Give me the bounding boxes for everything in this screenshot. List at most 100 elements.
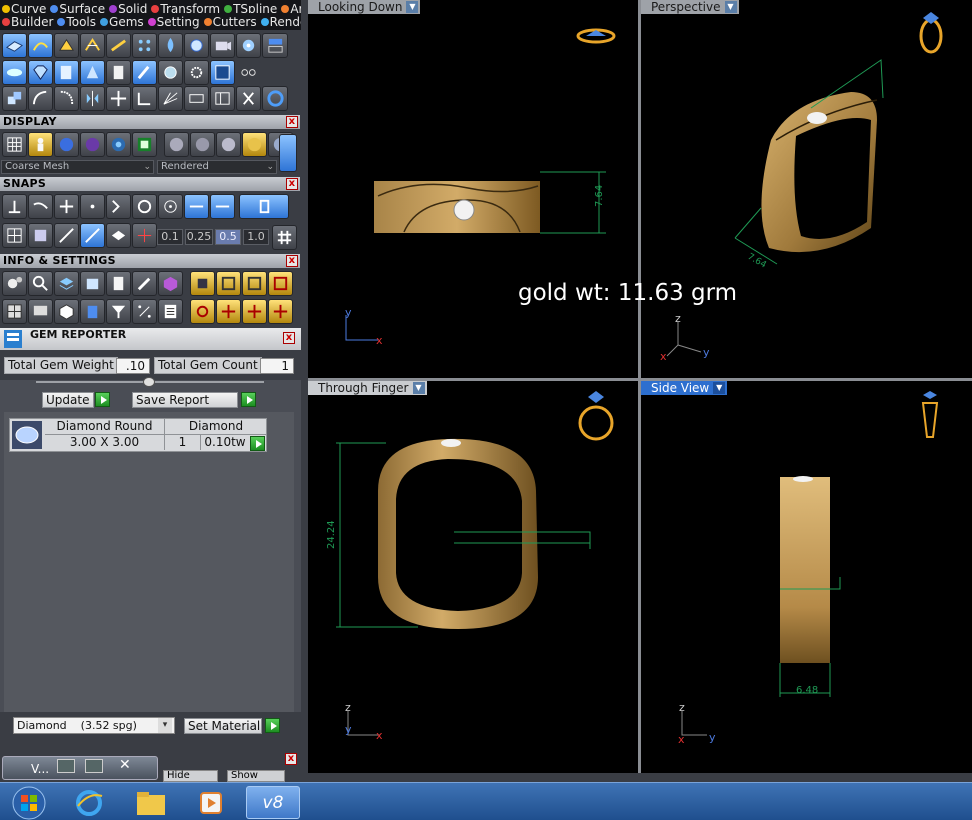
- filter-icon[interactable]: [106, 299, 131, 324]
- curve-surface-icon[interactable]: [28, 33, 53, 58]
- snap-box-icon[interactable]: [28, 223, 53, 248]
- chevron-down-icon[interactable]: ▼: [412, 382, 425, 394]
- group-tool-4-icon[interactable]: [268, 271, 293, 296]
- group-tool-2-icon[interactable]: [216, 271, 241, 296]
- panel-splitter[interactable]: [301, 0, 308, 782]
- snap-end-icon[interactable]: [106, 194, 131, 219]
- show-button[interactable]: Show: [227, 770, 285, 782]
- fillet-icon[interactable]: [54, 86, 79, 111]
- flower-gem-icon[interactable]: [236, 33, 261, 58]
- snap-perpendicular-icon[interactable]: [2, 194, 27, 219]
- edit-icon[interactable]: [132, 271, 157, 296]
- snap-value-3[interactable]: 1.0: [243, 229, 269, 245]
- snap-45-icon[interactable]: [80, 223, 105, 248]
- snap-grid-icon[interactable]: [2, 223, 27, 248]
- sphere-1-icon[interactable]: [164, 132, 189, 157]
- group-tool-3-icon[interactable]: [242, 271, 267, 296]
- grid-hash-icon[interactable]: [272, 225, 297, 250]
- menu-builder[interactable]: Builder: [2, 15, 53, 29]
- gold-sphere-icon[interactable]: [242, 132, 267, 157]
- taskbar-app-v8[interactable]: v8: [246, 786, 300, 819]
- minimized-window[interactable]: V... ✕: [2, 756, 158, 780]
- mirror-icon[interactable]: [80, 86, 105, 111]
- taskbar-browser[interactable]: [62, 786, 116, 819]
- set-material-button[interactable]: Set Material: [184, 718, 262, 734]
- set-material-go-icon[interactable]: [265, 718, 280, 733]
- transform-tool-2-icon[interactable]: [216, 299, 241, 324]
- panel-toggle-icon[interactable]: [262, 33, 288, 58]
- snap-quad-icon[interactable]: [158, 194, 183, 219]
- viewport-tab-looking-down[interactable]: Looking Down ▼: [308, 0, 421, 14]
- window-grid-icon[interactable]: [2, 299, 27, 324]
- snap-near-icon[interactable]: [210, 194, 235, 219]
- save-report-button[interactable]: Save Report: [132, 392, 238, 408]
- array-icon[interactable]: [132, 33, 157, 58]
- shaded-figure-icon[interactable]: [28, 132, 53, 157]
- material-select[interactable]: Diamond (3.52 spg) ▾: [13, 717, 175, 734]
- viewport-tab-side-view[interactable]: Side View ▼: [641, 381, 728, 395]
- close-icon[interactable]: x: [286, 178, 298, 190]
- viewport-divider-vertical[interactable]: [638, 0, 641, 773]
- viewport-perspective[interactable]: 7.64 z y x Perspective ▼: [641, 0, 972, 378]
- extrude-icon[interactable]: [132, 60, 157, 85]
- gem-cut-icon[interactable]: [158, 60, 183, 85]
- cube-icon[interactable]: [54, 299, 79, 324]
- close-icon[interactable]: x: [285, 753, 297, 765]
- close-icon[interactable]: x: [283, 332, 295, 344]
- snap-intersection-icon[interactable]: [54, 194, 79, 219]
- objects-icon[interactable]: [80, 271, 105, 296]
- snap-mid-icon[interactable]: [184, 194, 209, 219]
- green-display-icon[interactable]: [132, 132, 157, 157]
- flow-icon[interactable]: [184, 86, 209, 111]
- gem-row-go-icon[interactable]: [250, 436, 265, 451]
- display-toggle-icon[interactable]: [279, 134, 297, 172]
- transform-tool-icon[interactable]: [190, 299, 215, 324]
- start-button[interactable]: [2, 786, 56, 819]
- settings-gears-icon[interactable]: [2, 271, 27, 296]
- drop-icon[interactable]: [158, 33, 183, 58]
- viewport-looking-down[interactable]: 7.64 y x Looking Down ▼: [308, 0, 638, 378]
- ring-icon[interactable]: [262, 86, 288, 111]
- taskbar-media-player[interactable]: [184, 786, 238, 819]
- menu-cutters[interactable]: Cutters: [203, 15, 257, 29]
- menu-tools[interactable]: Tools: [57, 15, 96, 29]
- maximize-icon[interactable]: [85, 759, 103, 773]
- render-select[interactable]: Rendered ⌄: [157, 160, 277, 174]
- viewport-tab-perspective[interactable]: Perspective ▼: [641, 0, 739, 14]
- close-icon[interactable]: x: [286, 116, 298, 128]
- viewport-divider-horizontal[interactable]: [308, 378, 972, 381]
- dots-select-icon[interactable]: [132, 299, 157, 324]
- plane-icon[interactable]: [2, 60, 27, 85]
- snap-value-1[interactable]: 0.25: [185, 229, 213, 245]
- chain-icon[interactable]: [236, 60, 261, 85]
- chevron-down-icon[interactable]: ▼: [406, 1, 419, 13]
- inspect-icon[interactable]: [28, 271, 53, 296]
- blue-sphere-icon[interactable]: [54, 132, 79, 157]
- snap-grid-toggle-icon[interactable]: [239, 194, 289, 219]
- update-button[interactable]: Update: [42, 392, 94, 408]
- mesh-select[interactable]: Coarse Mesh ⌄: [1, 160, 154, 174]
- snap-value-0[interactable]: 0.1: [157, 229, 183, 245]
- sheet-icon[interactable]: [54, 60, 79, 85]
- gear-icon[interactable]: [184, 33, 209, 58]
- menu-setting[interactable]: Setting: [147, 15, 200, 29]
- move-icon[interactable]: [106, 86, 131, 111]
- viewport-through-finger[interactable]: 24.24 z y x Through Finger ▼: [308, 381, 638, 773]
- snap-center-icon[interactable]: [132, 194, 157, 219]
- document-icon[interactable]: [106, 60, 131, 85]
- hide-button[interactable]: Hide: [163, 770, 218, 782]
- boolean-cubes-icon[interactable]: [2, 86, 27, 111]
- cage-icon[interactable]: [210, 86, 235, 111]
- transform-tool-4-icon[interactable]: [268, 299, 293, 324]
- sphere-3-icon[interactable]: [216, 132, 241, 157]
- menu-gems[interactable]: Gems: [100, 15, 144, 29]
- snap-value-2[interactable]: 0.5: [215, 229, 241, 245]
- snap-axis-icon[interactable]: [132, 223, 157, 248]
- transform-tool-3-icon[interactable]: [242, 299, 267, 324]
- snap-angle-icon[interactable]: [54, 223, 79, 248]
- material-cube-icon[interactable]: [158, 271, 183, 296]
- purple-sphere-icon[interactable]: [80, 132, 105, 157]
- bevel-icon[interactable]: [80, 60, 105, 85]
- grid-map-icon[interactable]: [210, 60, 235, 85]
- close-icon[interactable]: x: [286, 255, 298, 267]
